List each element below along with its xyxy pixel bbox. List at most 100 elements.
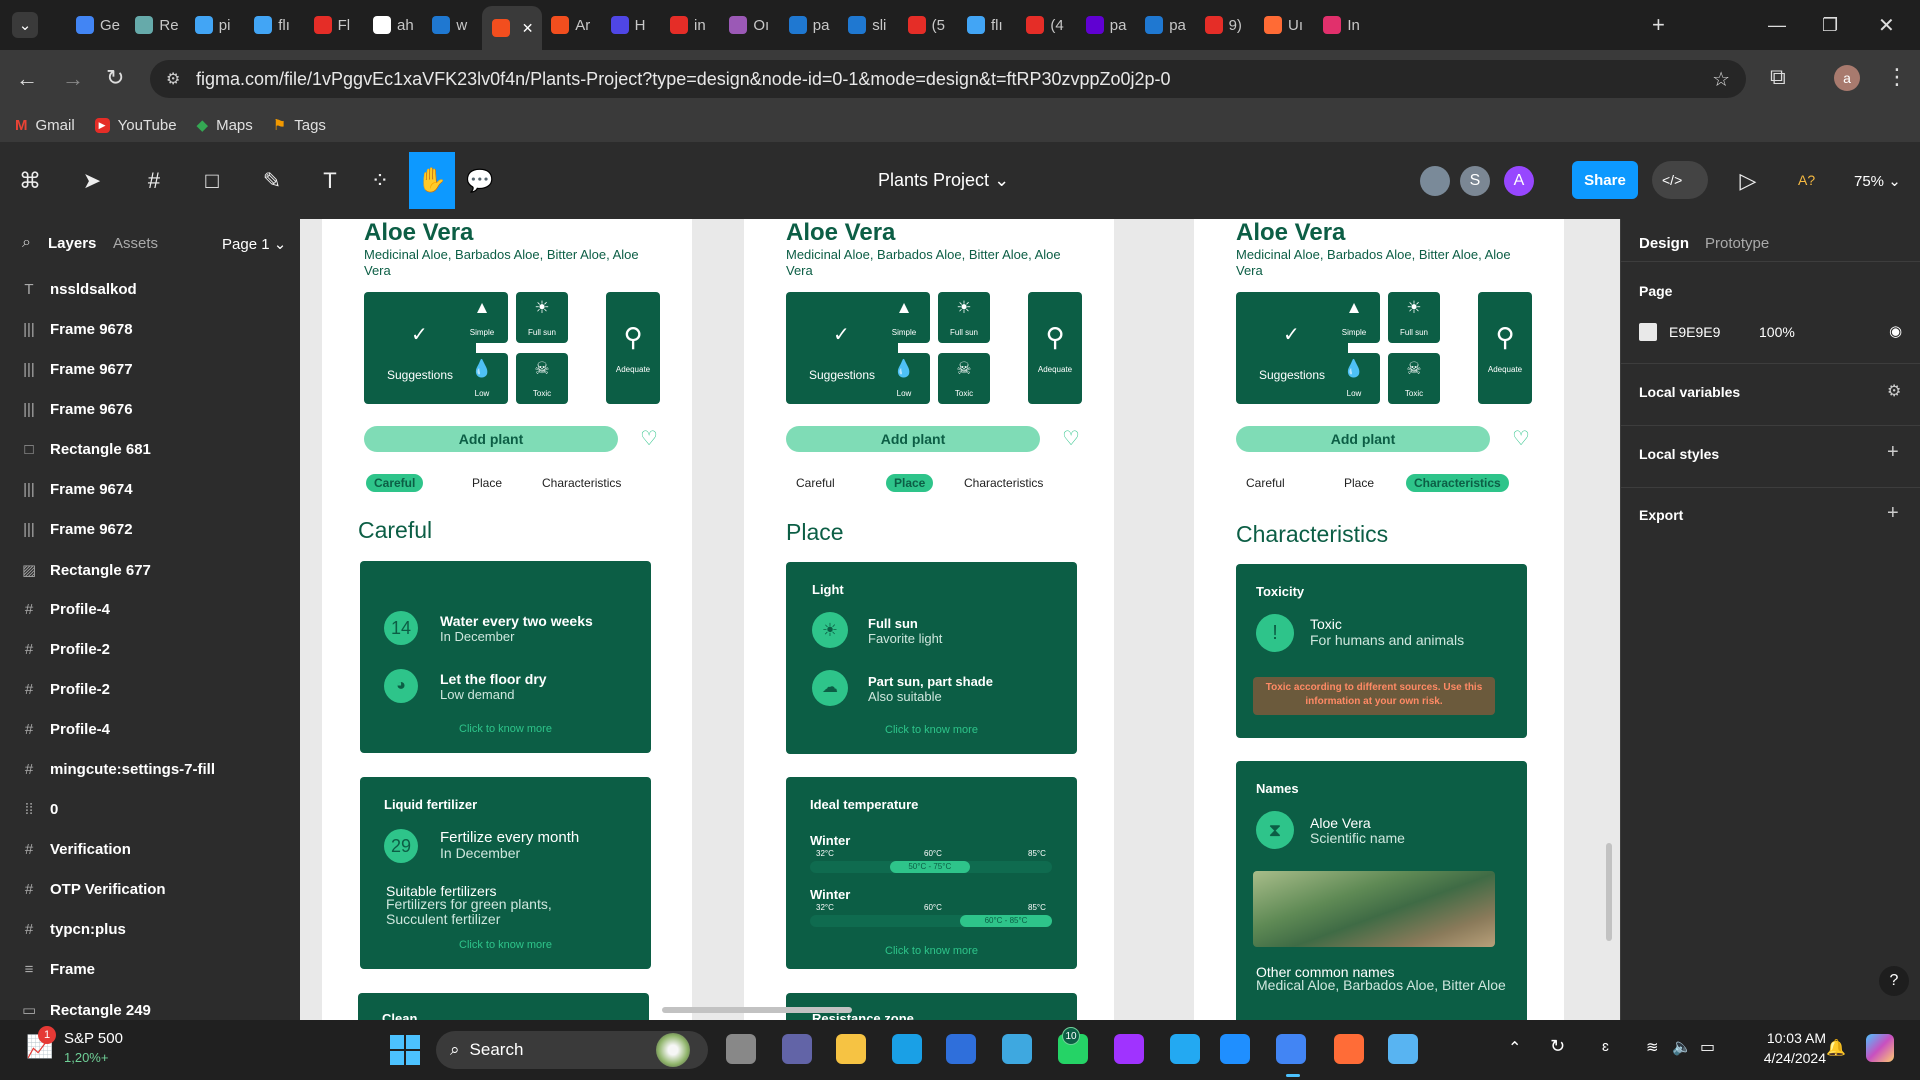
local-variables[interactable]: Local variables: [1639, 384, 1740, 400]
export-section[interactable]: Export: [1639, 507, 1683, 523]
tile-simple[interactable]: ▲ Simple: [1328, 292, 1380, 343]
new-tab-button[interactable]: +: [1652, 11, 1665, 39]
pen-tool-icon[interactable]: ✎: [258, 167, 286, 195]
tile-toxic[interactable]: ☠ Toxic: [1388, 353, 1440, 404]
tab-assets[interactable]: Assets: [113, 235, 158, 252]
layer-item[interactable]: ▨ Rectangle 677: [22, 561, 151, 580]
browser-tab[interactable]: w: [432, 11, 482, 39]
tab-characteristics[interactable]: Characteristics: [1406, 474, 1509, 492]
browser-tab[interactable]: Oı: [729, 11, 779, 39]
layer-item[interactable]: ▭ Rectangle 249: [22, 1001, 151, 1020]
tile-full_sun[interactable]: ☀ Full sun: [516, 292, 568, 343]
layer-item[interactable]: ≡ Frame: [22, 961, 95, 978]
toxicity-card[interactable]: Toxicity! Toxic For humans and animals Toxi…: [1236, 564, 1527, 738]
font-warning-icon[interactable]: A?: [1798, 172, 1815, 188]
tile-full_sun[interactable]: ☀ Full sun: [1388, 292, 1440, 343]
browser-tab[interactable]: pa: [1145, 11, 1195, 39]
browser-tab[interactable]: Ge: [76, 11, 126, 39]
tile-adequate[interactable]: ⚲ Adequate: [606, 292, 660, 404]
tray-chevron-icon[interactable]: ⌃: [1508, 1038, 1521, 1058]
figma-menu-icon[interactable]: ⌘: [16, 167, 44, 195]
avatar[interactable]: A: [1504, 166, 1534, 196]
dev-mode-toggle[interactable]: </>: [1652, 161, 1708, 199]
browser-tab[interactable]: pi: [194, 11, 245, 39]
tile-simple[interactable]: ▲ Simple: [878, 292, 930, 343]
help-icon[interactable]: ?: [1879, 966, 1909, 996]
extensions-icon[interactable]: ⧉: [1770, 64, 1786, 90]
browser-tab[interactable]: ✕: [481, 6, 542, 50]
avatar[interactable]: [1420, 166, 1450, 196]
page-selector[interactable]: Page 1 ⌄: [222, 235, 286, 253]
profile-avatar[interactable]: a: [1834, 65, 1860, 91]
layer-item[interactable]: # Profile-2: [22, 681, 110, 698]
adobe-icon[interactable]: [1220, 1034, 1250, 1064]
bookmark-tags[interactable]: ⚑ Tags: [273, 116, 326, 135]
tile-simple[interactable]: ▲ Simple: [456, 292, 508, 343]
names-card[interactable]: Names ⧗ Aloe Vera Scientific name Other comm…: [1236, 761, 1527, 1020]
browser-tab[interactable]: flı: [254, 11, 304, 39]
tab-careful[interactable]: Careful: [366, 474, 424, 492]
tab-design[interactable]: Design: [1639, 235, 1689, 252]
browser-tab[interactable]: sli: [848, 11, 898, 39]
tab-characteristics[interactable]: Characteristics: [534, 474, 629, 492]
minimize-icon[interactable]: —: [1768, 11, 1786, 39]
tile-adequate[interactable]: ⚲ Adequate: [1478, 292, 1532, 404]
resources-tool-icon[interactable]: ⁘: [366, 167, 394, 195]
tab-search-button[interactable]: ⌄: [12, 12, 38, 38]
close-window-icon[interactable]: ✕: [1878, 11, 1895, 39]
layer-item[interactable]: Tnssldsalkod: [22, 281, 136, 298]
add-plant-button[interactable]: Add plant: [364, 426, 618, 452]
browser-tab[interactable]: 9): [1204, 11, 1255, 39]
clean-card[interactable]: Clean: [358, 993, 649, 1020]
zoom-level[interactable]: 75% ⌄: [1854, 172, 1901, 190]
postman-icon[interactable]: [1334, 1034, 1364, 1064]
layer-item[interactable]: ||| Frame 9676: [22, 401, 132, 418]
layer-item[interactable]: ⁞⁞ 0: [22, 801, 59, 818]
plant-screen-frame[interactable]: Aloe Vera Medicinal Aloe, Barbados Aloe, …: [322, 219, 692, 1020]
bookmark-star-icon[interactable]: ☆: [1712, 67, 1730, 92]
heart-icon[interactable]: ♡: [1062, 426, 1080, 451]
copilot-icon[interactable]: [1866, 1034, 1894, 1062]
browser-tab[interactable]: H: [610, 11, 661, 39]
battery-icon[interactable]: ▭: [1700, 1037, 1715, 1057]
task-view-icon[interactable]: [726, 1034, 756, 1064]
photos-icon[interactable]: [1002, 1034, 1032, 1064]
messenger-icon[interactable]: [1114, 1034, 1144, 1064]
close-tab-icon[interactable]: ✕: [522, 20, 534, 37]
chrome-icon[interactable]: [1276, 1034, 1306, 1064]
comment-tool-icon[interactable]: 💬: [466, 167, 494, 195]
hand-tool-icon[interactable]: ✋: [409, 152, 455, 209]
tab-characteristics[interactable]: Characteristics: [956, 474, 1051, 492]
local-styles[interactable]: Local styles: [1639, 446, 1719, 462]
stock-name[interactable]: S&P 500: [64, 1030, 123, 1047]
teams-icon[interactable]: [782, 1034, 812, 1064]
layer-item[interactable]: # typcn:plus: [22, 921, 126, 938]
text-tool-icon[interactable]: T: [316, 167, 344, 195]
add-plant-button[interactable]: Add plant: [786, 426, 1040, 452]
bookmark-gmail[interactable]: M Gmail: [15, 117, 75, 134]
site-info-icon[interactable]: ⚙: [166, 69, 180, 89]
layer-item[interactable]: # mingcute:settings-7-fill: [22, 761, 215, 778]
plant-screen-frame[interactable]: Aloe Vera Medicinal Aloe, Barbados Aloe, …: [1194, 219, 1564, 1020]
rectangle-tool-icon[interactable]: □: [198, 167, 226, 195]
heart-icon[interactable]: ♡: [640, 426, 658, 451]
know-more-link[interactable]: Click to know more: [360, 723, 651, 735]
tab-place[interactable]: Place: [886, 474, 934, 492]
layer-item[interactable]: # Profile-2: [22, 641, 110, 658]
edge-icon[interactable]: [892, 1034, 922, 1064]
page-color-value[interactable]: E9E9E9: [1669, 324, 1720, 340]
know-more-link[interactable]: Click to know more: [786, 724, 1077, 736]
url-bar[interactable]: ⚙ figma.com/file/1vPggvEc1xaVFK23lv0f4n/…: [150, 60, 1746, 98]
page-opacity[interactable]: 100%: [1759, 324, 1795, 340]
windows-start-icon[interactable]: [390, 1035, 420, 1065]
tab-place[interactable]: Place: [1336, 474, 1382, 492]
forward-icon[interactable]: →: [62, 66, 84, 92]
tab-prototype[interactable]: Prototype: [1705, 235, 1769, 252]
know-more-link[interactable]: Click to know more: [360, 939, 651, 951]
browser-tab[interactable]: Ar: [551, 11, 601, 39]
tile-toxic[interactable]: ☠ Toxic: [516, 353, 568, 404]
watering-card[interactable]: 14 Water every two weeks In December ◕ Let t…: [360, 561, 651, 753]
tile-adequate[interactable]: ⚲ Adequate: [1028, 292, 1082, 404]
project-title[interactable]: Plants Project ⌄: [878, 170, 1009, 191]
tile-low[interactable]: 💧 Low: [1328, 353, 1380, 404]
